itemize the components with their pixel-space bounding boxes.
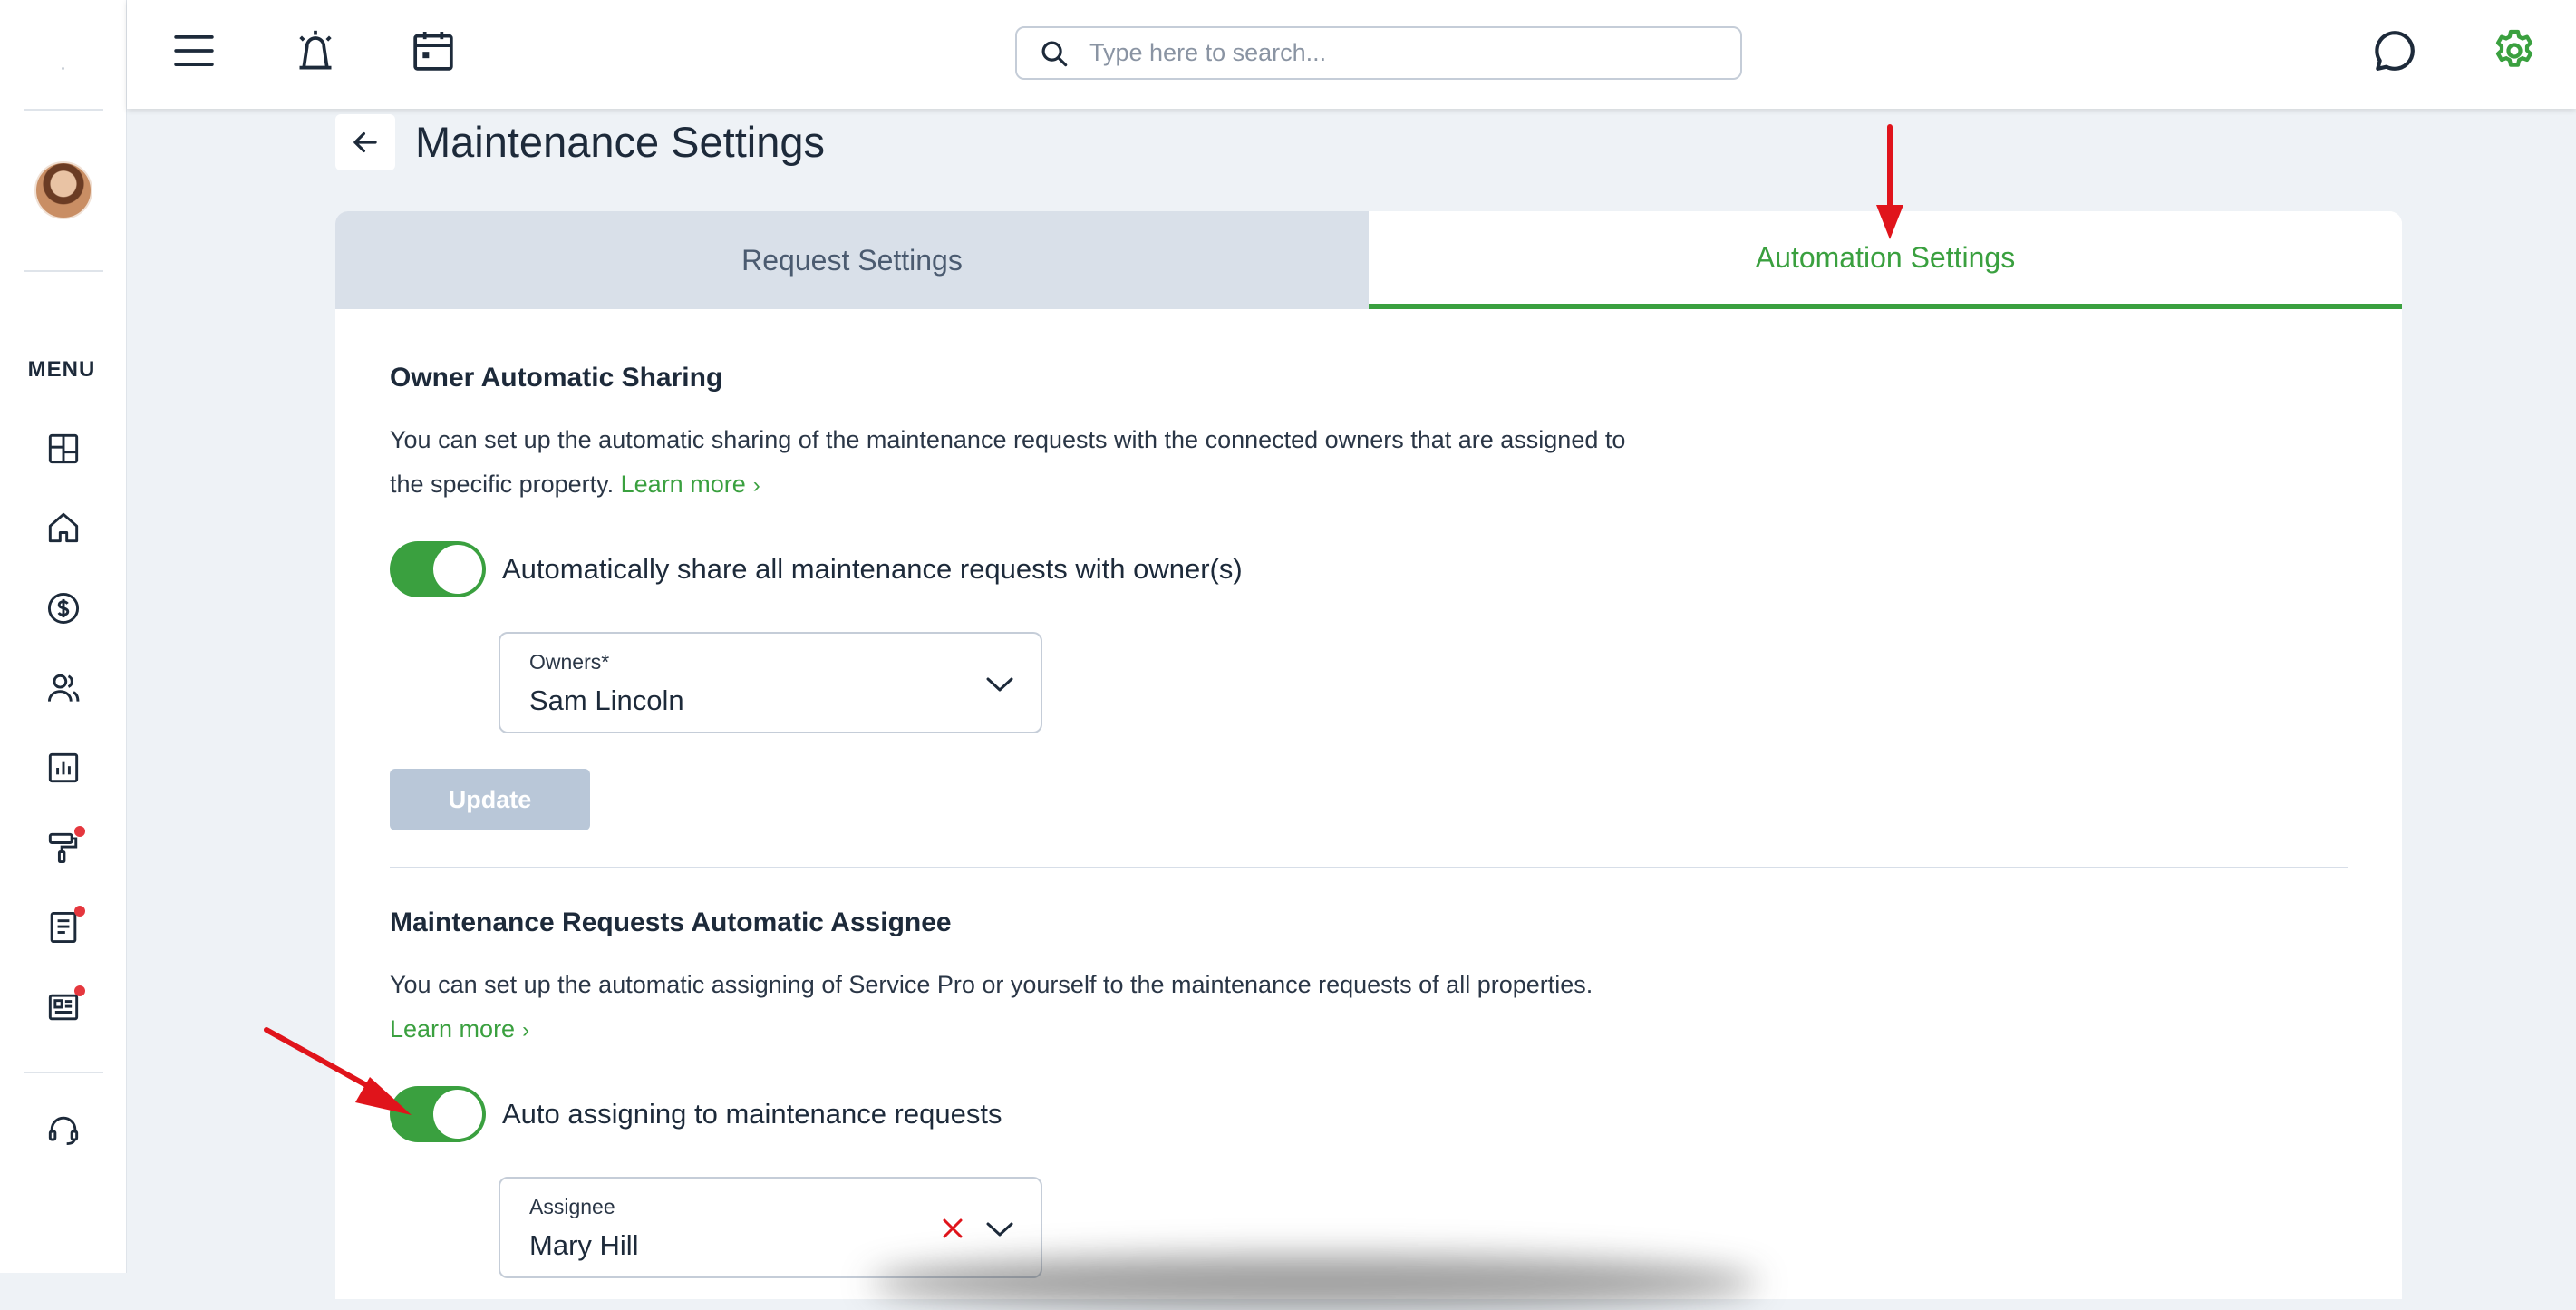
settings-card: Request Settings Automation Settings Own…	[335, 211, 2402, 1299]
sidebar-item-support[interactable]	[44, 1110, 83, 1150]
chat-icon	[2375, 31, 2415, 71]
sidebar-item-contacts[interactable]	[44, 668, 83, 708]
calendar-icon	[413, 32, 453, 71]
sidebar-item-listings[interactable]	[44, 985, 85, 1027]
description-line: You can set up the automatic assigning o…	[390, 971, 1593, 998]
page-title: Maintenance Settings	[415, 118, 826, 166]
owners-select-value: Sam Lincoln	[529, 684, 684, 716]
dollar-icon	[47, 592, 80, 625]
logo-placeholder	[62, 67, 64, 70]
sidebar-item-accounting[interactable]	[44, 588, 83, 628]
dock-shadow	[870, 1256, 1758, 1310]
sidebar-divider	[24, 270, 103, 272]
hamburger-menu-button[interactable]	[169, 25, 219, 76]
notification-badge	[74, 826, 85, 837]
toggle-knob	[433, 545, 482, 594]
notification-badge	[74, 985, 85, 996]
gear-icon	[2495, 29, 2533, 67]
auto-assign-toggle-row: Auto assigning to maintenance requests	[390, 1086, 1002, 1142]
owner-sharing-toggle-row: Automatically share all maintenance requ…	[390, 541, 1243, 597]
section-divider	[390, 867, 2348, 868]
owner-sharing-toggle[interactable]	[390, 541, 486, 597]
headset-icon	[48, 1116, 79, 1146]
arrow-left-icon	[353, 131, 377, 153]
chevron-down-icon	[986, 1222, 1013, 1237]
search-bar[interactable]	[1015, 26, 1742, 80]
assignee-select[interactable]: Assignee Mary Hill	[499, 1177, 1042, 1278]
home-icon	[48, 512, 79, 543]
description-line: You can set up the automatic sharing of …	[390, 426, 1626, 453]
annotation-arrow-icon	[1876, 124, 1903, 239]
back-button[interactable]	[335, 114, 395, 170]
chat-button[interactable]	[2369, 25, 2420, 76]
sidebar-divider	[24, 1072, 103, 1073]
learn-more-label: Learn more	[620, 471, 746, 498]
description-line: the specific property.	[390, 471, 615, 498]
sidebar-item-dashboard[interactable]	[44, 429, 83, 469]
sidebar: MENU	[0, 0, 127, 1273]
chevron-down-icon	[986, 677, 1013, 692]
search-input[interactable]	[1089, 39, 1706, 67]
annotation-arrow-icon	[264, 1027, 412, 1115]
calendar-button[interactable]	[408, 25, 459, 76]
auto-assignee-title: Maintenance Requests Automatic Assignee	[390, 907, 952, 937]
people-icon	[47, 674, 80, 702]
sidebar-divider	[24, 109, 103, 111]
alarm-button[interactable]	[290, 25, 341, 76]
clear-icon[interactable]	[939, 1215, 966, 1242]
alarm-light-icon	[299, 30, 332, 70]
hamburger-icon	[174, 34, 214, 67]
learn-more-link[interactable]: Learn more ›	[621, 471, 760, 498]
chevron-right-icon: ›	[522, 1018, 530, 1043]
owners-select-label: Owners*	[529, 650, 610, 674]
settings-button[interactable]	[2489, 25, 2540, 76]
auto-assignee-description: You can set up the automatic assigning o…	[390, 963, 1593, 1053]
owner-sharing-title: Owner Automatic Sharing	[390, 363, 723, 393]
assignee-select-label: Assignee	[529, 1195, 615, 1218]
search-icon	[1041, 41, 1068, 66]
tab-bar: Request Settings Automation Settings	[335, 211, 2402, 309]
tab-request-settings[interactable]: Request Settings	[335, 211, 1369, 309]
chart-icon	[48, 752, 79, 783]
sidebar-item-reports[interactable]	[44, 748, 83, 788]
menu-label: MENU	[27, 357, 96, 382]
sidebar-item-leases[interactable]	[44, 906, 85, 947]
sidebar-item-properties[interactable]	[44, 508, 83, 548]
avatar[interactable]	[34, 161, 92, 219]
owners-select[interactable]: Owners* Sam Lincoln	[499, 632, 1042, 733]
dashboard-icon	[48, 433, 79, 464]
owner-sharing-description: You can set up the automatic sharing of …	[390, 418, 1625, 508]
notification-badge	[74, 906, 85, 917]
toggle-knob	[433, 1090, 482, 1139]
auto-assign-toggle-label: Auto assigning to maintenance requests	[502, 1098, 1002, 1130]
assignee-select-value: Mary Hill	[529, 1229, 639, 1261]
owner-sharing-toggle-label: Automatically share all maintenance requ…	[502, 553, 1243, 585]
sidebar-item-maintenance[interactable]	[44, 826, 85, 868]
update-button[interactable]: Update	[390, 769, 590, 830]
chevron-right-icon: ›	[752, 473, 760, 498]
top-bar	[127, 0, 2576, 109]
